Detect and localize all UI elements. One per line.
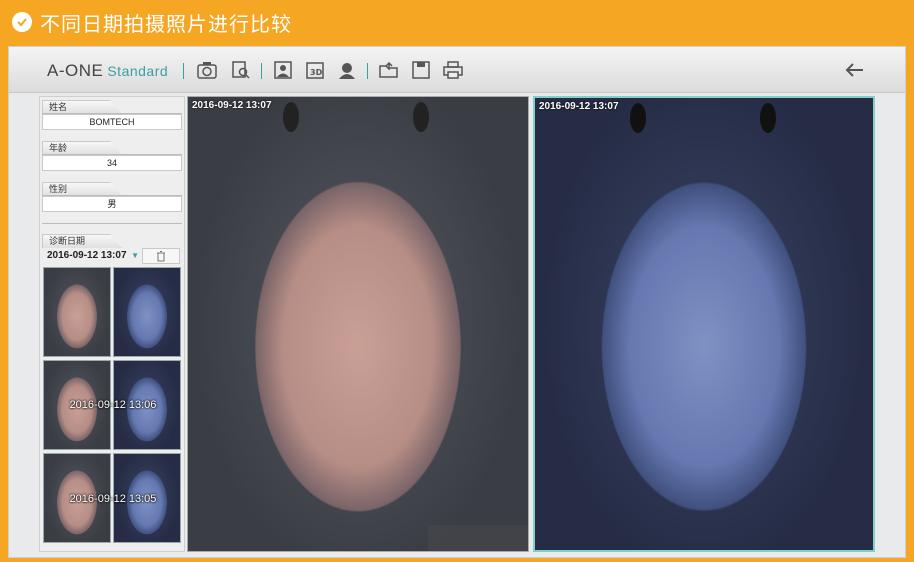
name-label: 姓名 [42,100,122,114]
face-photo [188,97,528,551]
headrest-peg [283,102,299,132]
app-logo: A-ONE Standard [47,61,168,81]
thumbnail-uv-light[interactable] [113,267,181,357]
logo-main: A-ONE [47,61,104,80]
logo-edition: Standard [107,63,169,79]
profile-icon[interactable] [335,59,359,81]
svg-text:3D: 3D [310,68,323,77]
headrest-peg [413,102,429,132]
patient-sidebar: 姓名 BOMTECH 年龄 34 性别 男 诊断日期 2016-09-12 13… [39,96,185,552]
right-photo-date: 2016-09-12 13:07 [539,101,619,112]
left-photo-date: 2016-09-12 13:07 [192,100,272,111]
folder-open-icon[interactable] [377,59,401,81]
title-banner: 不同日期拍摄照片进行比较 [0,0,914,44]
toolbar-separator [367,63,368,79]
trash-icon [157,251,165,262]
triangle-down-icon: ▼ [131,251,139,260]
check-icon [12,12,32,32]
left-photo-viewer[interactable]: 2016-09-12 13:07 [187,96,529,552]
delete-button[interactable] [142,248,180,264]
print-icon[interactable] [441,59,465,81]
thumbnail-grid: 2016-09-12 13:06 2016-09-12 13:05 [43,267,183,551]
thumbnail-white-light[interactable] [43,267,111,357]
age-value: 34 [42,155,182,171]
right-photo-viewer[interactable]: 2016-09-12 13:07 [533,96,875,552]
toolbar-separator [183,63,184,79]
search-document-icon[interactable] [229,59,253,81]
name-value: BOMTECH [42,114,182,130]
image-tool-bar[interactable] [428,525,528,551]
app-window: A-ONE Standard 3D 姓名 BOMTECH 年龄 34 性别 男 … [8,46,906,558]
arrow-left-icon[interactable] [843,59,867,81]
date-label: 诊断日期 [42,234,122,248]
gender-value: 男 [42,196,182,212]
portrait-icon[interactable] [271,59,295,81]
banner-title: 不同日期拍摄照片进行比较 [40,13,292,36]
date-row: 2016-09-12 13:07 ▼ [42,247,182,265]
headrest-peg [760,103,776,133]
selected-date: 2016-09-12 13:07 [47,250,127,261]
3d-icon[interactable]: 3D [303,59,327,81]
face-photo-uv [535,98,873,550]
toolbar-separator [261,63,262,79]
toolbar: A-ONE Standard 3D [9,47,905,93]
thumbnail-date-label: 2016-09-12 13:06 [69,399,157,411]
age-label: 年龄 [42,141,122,155]
camera-icon[interactable] [195,59,219,81]
thumbnail-date-label: 2016-09-12 13:05 [69,493,157,505]
save-icon[interactable] [409,59,433,81]
date-select[interactable]: 2016-09-12 13:07 ▼ [42,248,142,264]
headrest-peg [630,103,646,133]
gender-label: 性别 [42,182,122,196]
section-divider [42,223,182,224]
